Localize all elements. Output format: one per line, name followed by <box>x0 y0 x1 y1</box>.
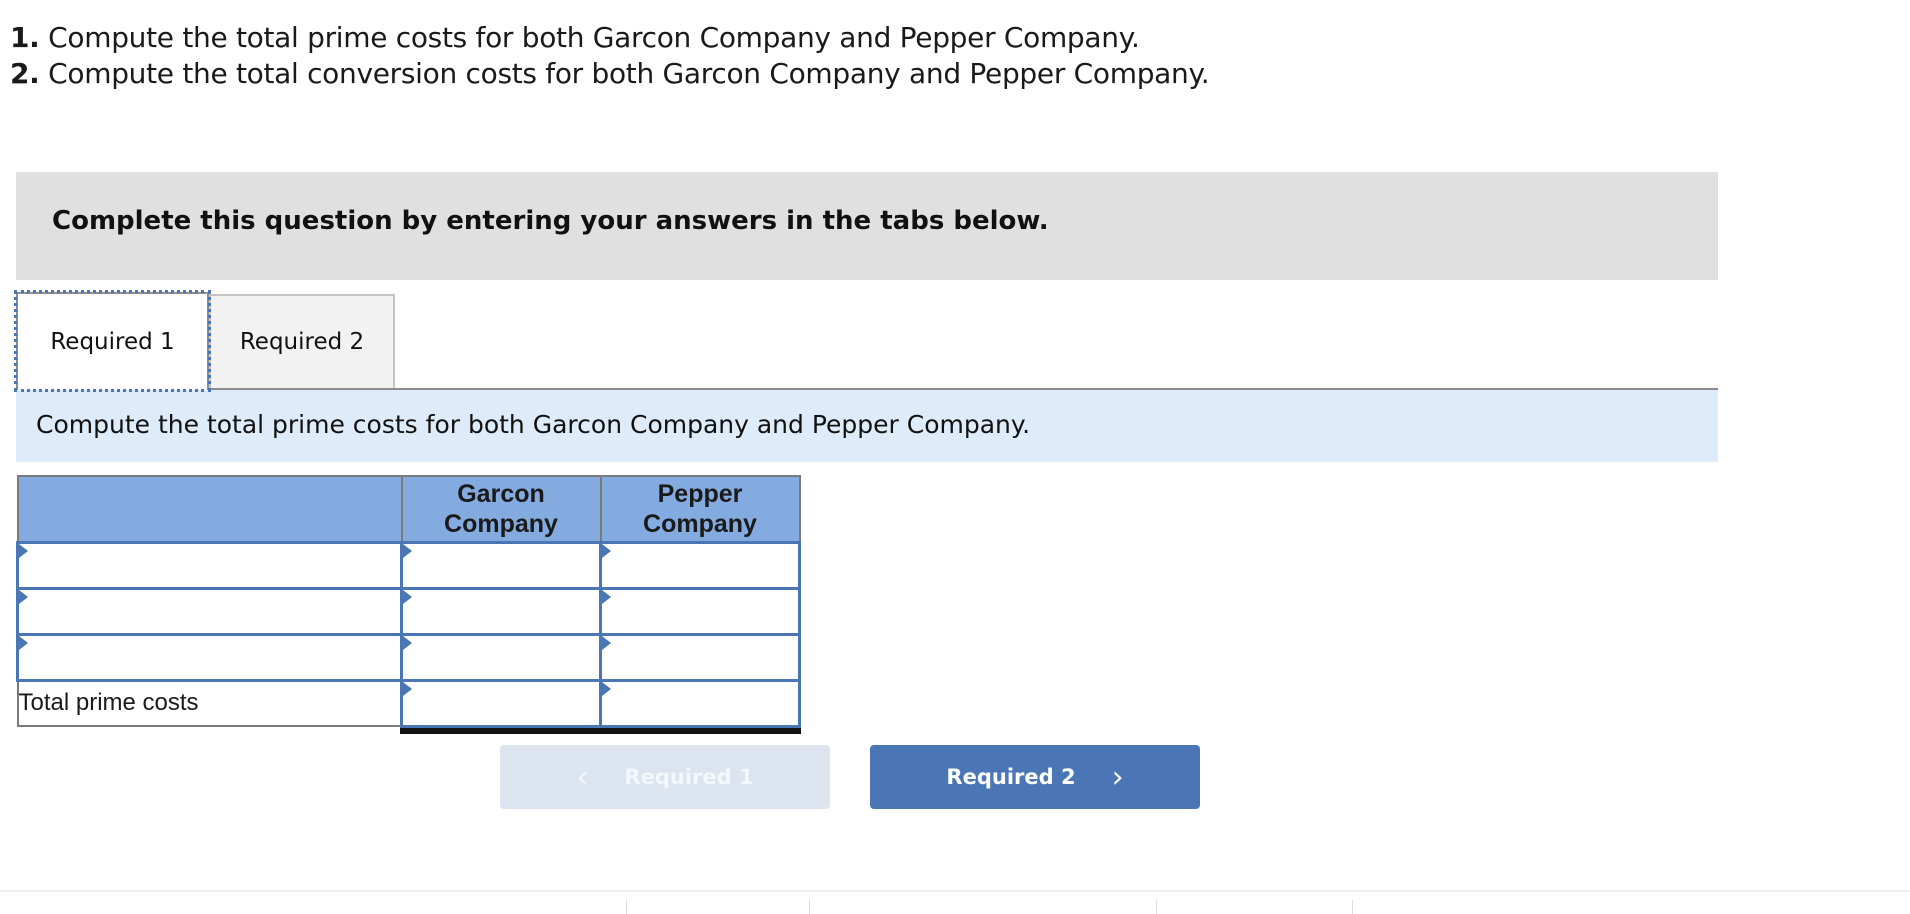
prev-button-label: Required 1 <box>624 765 754 789</box>
row-2-garcon-input[interactable] <box>400 586 602 636</box>
row-1-label-dropdown[interactable] <box>16 540 403 590</box>
footer-separator <box>1156 900 1157 914</box>
footer-separator <box>626 900 627 914</box>
header-garcon-text: Garcon Company <box>444 479 558 538</box>
row-3-pepper-input[interactable] <box>599 632 801 682</box>
tab-required-2[interactable]: Required 2 <box>209 294 395 388</box>
tab-required-1[interactable]: Required 1 <box>14 290 211 392</box>
answer-table: Garcon Company Pepper Company Total prim… <box>16 475 803 735</box>
next-required-2-button[interactable]: Required 2 › <box>870 745 1200 809</box>
footer-divider <box>0 890 1910 892</box>
next-button-label: Required 2 <box>946 765 1076 789</box>
header-pepper-text: Pepper Company <box>643 479 757 538</box>
header-garcon: Garcon Company <box>400 475 602 543</box>
footer-separator <box>1352 900 1353 914</box>
total-row: Total prime costs <box>16 678 803 735</box>
tab-instruction-text: Compute the total prime costs for both G… <box>36 410 1031 439</box>
header-pepper: Pepper Company <box>599 475 801 543</box>
instruction-banner: Complete this question by entering your … <box>16 172 1718 280</box>
tab-bar: Required 1 Required 2 <box>14 290 1718 392</box>
header-blank <box>16 475 403 543</box>
row-2-pepper-input[interactable] <box>599 586 801 636</box>
row-1-garcon-input[interactable] <box>400 540 602 590</box>
question-1: 1. Compute the total prime costs for bot… <box>10 20 1140 56</box>
question-2-text: Compute the total conversion costs for b… <box>39 57 1210 90</box>
chevron-left-icon: ‹ <box>576 759 589 795</box>
table-row <box>16 632 801 682</box>
table-row <box>16 586 801 636</box>
question-1-number: 1. <box>10 21 40 54</box>
table-header-row: Garcon Company Pepper Company <box>16 475 801 543</box>
row-1-pepper-input[interactable] <box>599 540 801 590</box>
total-pepper-input[interactable] <box>599 678 803 735</box>
total-row-label: Total prime costs <box>16 679 403 727</box>
prev-required-1-button[interactable]: ‹ Required 1 <box>500 745 830 809</box>
chevron-right-icon: › <box>1111 759 1124 795</box>
question-2-number: 2. <box>10 57 40 90</box>
row-3-label-dropdown[interactable] <box>16 632 403 682</box>
question-1-text: Compute the total prime costs for both G… <box>39 21 1140 54</box>
question-2: 2. Compute the total conversion costs fo… <box>10 56 1210 92</box>
row-2-label-dropdown[interactable] <box>16 586 403 636</box>
total-garcon-input[interactable] <box>400 678 604 735</box>
footer-separator <box>809 900 810 914</box>
row-3-garcon-input[interactable] <box>400 632 602 682</box>
table-row <box>16 540 801 590</box>
tab-instruction: Compute the total prime costs for both G… <box>16 390 1718 462</box>
instruction-text: Complete this question by entering your … <box>52 206 1049 236</box>
